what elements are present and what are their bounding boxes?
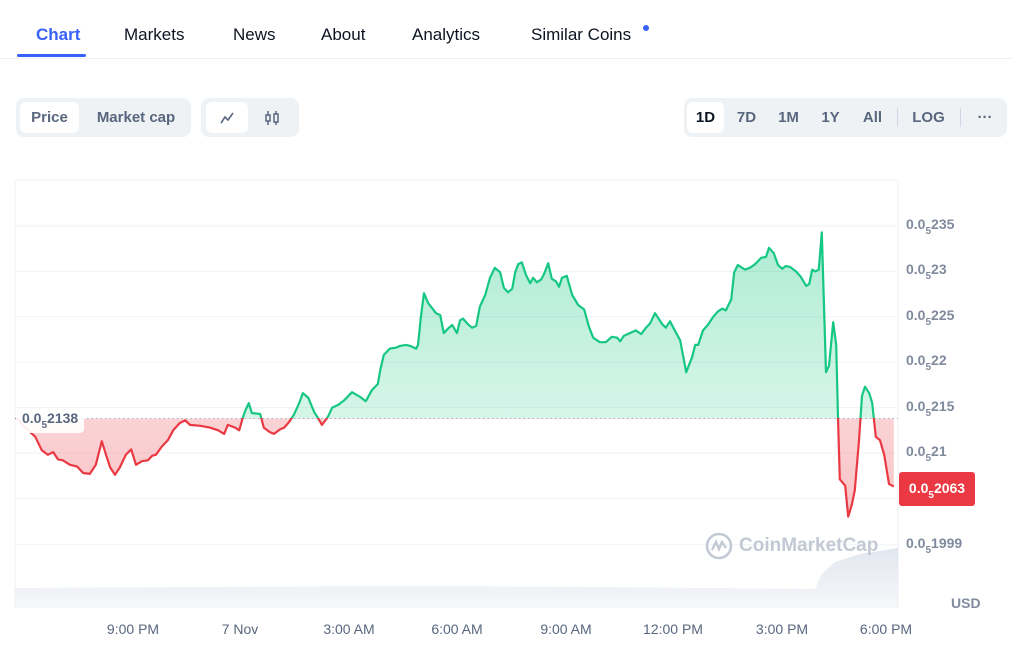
watermark: CoinMarketCap [705, 532, 878, 560]
x-tick-label: 6:00 PM [859, 621, 913, 637]
baseline-digits: 2138 [47, 410, 79, 426]
y-tick-label: 0.051999 [906, 534, 963, 556]
current-price-badge: 0.052063 [899, 472, 975, 506]
coinmarketcap-logo-icon [705, 532, 733, 560]
y-tick-label: 0.05235 [906, 216, 955, 237]
x-tick-label: 12:00 PM [643, 621, 703, 637]
baseline-price-label: 0.052138 [16, 408, 85, 433]
x-tick-label: 6:00 AM [431, 621, 483, 637]
y-tick-label: 0.05225 [906, 306, 955, 328]
y-tick-label: 0.05215 [906, 397, 955, 419]
y-tick-label: 0.0523 [906, 261, 947, 283]
current-prefix: 0.0 [908, 480, 929, 496]
y-tick-label: 0.0522 [906, 352, 947, 374]
x-tick-label: 9:00 PM [106, 621, 160, 637]
watermark-text: CoinMarketCap [739, 535, 879, 556]
x-tick-label: 7 Nov [221, 621, 259, 637]
current-digits: 2063 [933, 480, 966, 496]
y-tick-label: 0.0521 [906, 443, 947, 464]
x-tick-label: 3:00 PM [755, 621, 809, 637]
x-tick-label: 3:00 AM [323, 621, 375, 637]
x-tick-label: 9:00 AM [540, 621, 592, 637]
area-above-baseline [16, 232, 874, 418]
baseline-prefix: 0.0 [22, 410, 42, 426]
currency-label: USD [951, 595, 981, 611]
